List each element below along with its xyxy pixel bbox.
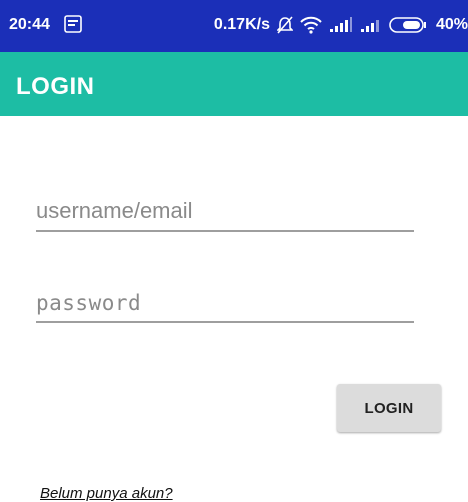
password-input[interactable]: [36, 291, 414, 323]
register-link[interactable]: Belum punya akun?: [40, 485, 173, 502]
status-bar: 20:44 0.17K/s 40%: [0, 0, 468, 52]
signal-icon: [329, 17, 352, 32]
app-bar: LOGIN: [0, 52, 468, 116]
notification-icon: [64, 15, 82, 33]
wifi-icon: [300, 16, 322, 34]
battery-percent: 40%: [435, 16, 468, 33]
username-input[interactable]: [36, 198, 414, 232]
status-indicators: 0.17K/s 40%: [214, 16, 468, 34]
login-button[interactable]: LOGIN: [337, 384, 441, 432]
battery-icon: [389, 17, 426, 33]
network-speed: 0.17K/s: [213, 16, 270, 33]
page-title: LOGIN: [16, 73, 95, 100]
alarm-off-icon: [276, 16, 293, 34]
signal-icon: [360, 20, 379, 32]
status-time: 20:44: [9, 16, 50, 33]
